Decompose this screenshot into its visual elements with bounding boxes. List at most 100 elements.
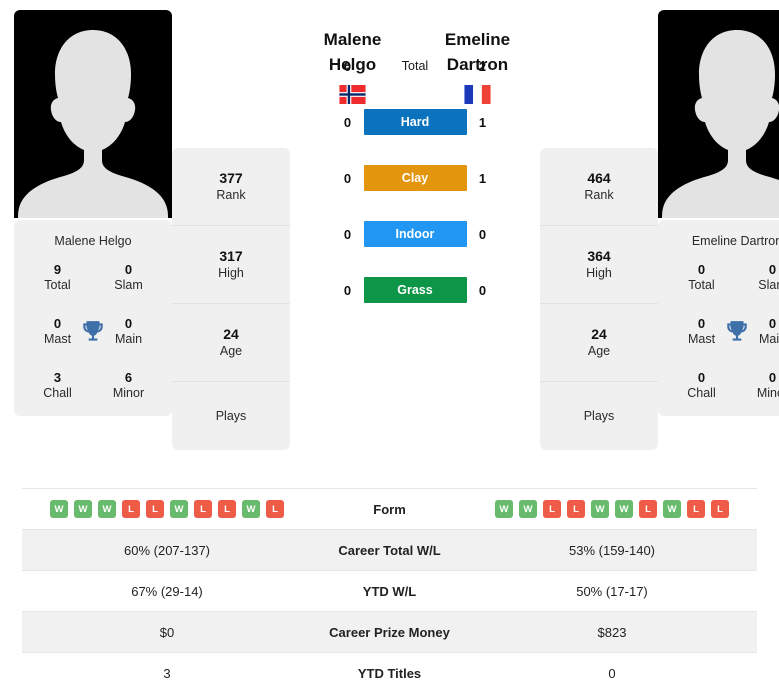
right-player-card-name: Emeline Dartron [691, 234, 779, 248]
surface-badge-indoor[interactable]: Indoor [363, 221, 467, 248]
left-titles-slam-value: 0 [124, 262, 133, 277]
left-rank-label: Rank [216, 188, 246, 203]
left-player-card-name: Malene Helgo [54, 234, 132, 248]
form-badge-win[interactable]: W [74, 500, 92, 518]
left-age-value: 24 [223, 326, 239, 343]
form-badge-loss[interactable]: L [543, 500, 561, 518]
form-badge-loss[interactable]: L [266, 500, 284, 518]
form-badge-win[interactable]: W [519, 500, 537, 518]
left-player-first-name[interactable]: Malene [290, 28, 415, 53]
center-head-to-head-column: Malene Helgo Emeline Dartron 0 Total 2 0… [290, 10, 540, 304]
player-silhouette-icon [662, 30, 779, 218]
form-badge-win[interactable]: W [495, 500, 513, 518]
form-badge-win[interactable]: W [98, 500, 116, 518]
left-player-photo[interactable] [14, 10, 172, 218]
right-age-cell: 24 Age [540, 304, 658, 382]
table-row: 3 YTD Titles 0 [22, 652, 757, 694]
left-rank-cell: 377 Rank [172, 148, 290, 226]
left-titles-slam-label: Slam [114, 278, 143, 293]
left-form-cell: WWWLLWLLWL [22, 489, 312, 530]
form-badge-win[interactable]: W [242, 500, 260, 518]
h2h-row-indoor: 0 Indoor 0 [338, 220, 493, 248]
head-to-head-list: 0 Total 2 0 Hard 1 0 Clay 1 0 Indoor 0 0 Grass 0 [338, 52, 493, 304]
comparison-stats-table: W W W L L W L L W L Form W W L L W W L W L L 60% (207-137) Car… [22, 488, 757, 694]
right-titles-slam-label: Slam [758, 278, 779, 293]
h2h-right-score: 2 [478, 58, 487, 74]
h2h-right-score: 0 [478, 282, 487, 298]
surface-badge-clay[interactable]: Clay [363, 165, 467, 192]
left-titles-card: Malene Helgo 9 Total 0 Slam 0 Mast 0 Mai… [14, 220, 172, 416]
form-badge-win[interactable]: W [591, 500, 609, 518]
h2h-left-score: 0 [343, 114, 352, 130]
left-titles-minor: 6 Minor [93, 370, 164, 402]
right-form-strip: WWLLWWLWLL [467, 500, 757, 518]
h2h-left-score: 0 [343, 282, 352, 298]
stats-table-body: W W W L L W L L W L Form W W L L W W L W L L 60% (207-137) Car… [22, 488, 757, 694]
table-row: 60% (207-137) Career Total W/L 53% (159-14… [22, 529, 757, 571]
right-stat-value: 50% (17-17) [576, 583, 648, 599]
h2h-left-score: 0 [343, 58, 352, 74]
right-titles-total-label: Total [688, 278, 715, 293]
table-row-form: W W W L L W L L W L Form W W L L W W L W L L [22, 488, 757, 530]
left-rank-card: 377 Rank 317 High 24 Age Plays [172, 148, 290, 450]
form-badge-loss[interactable]: L [639, 500, 657, 518]
right-titles-total: 0 Total [666, 262, 737, 294]
table-row: 67% (29-14) YTD W/L 50% (17-17) [22, 570, 757, 612]
stat-row-label: Career Prize Money [329, 624, 450, 640]
right-stat-value: 53% (159-140) [569, 542, 655, 558]
form-badge-loss[interactable]: L [146, 500, 164, 518]
right-rank-cell: 464 Rank [540, 148, 658, 226]
left-high-label: High [218, 266, 244, 281]
right-player-first-name[interactable]: Emeline [415, 28, 540, 53]
comparison-top-section: Malene Helgo 9 Total 0 Slam 0 Mast 0 Mai… [0, 0, 779, 450]
left-age-label: Age [219, 344, 243, 359]
player-comparison-page: Malene Helgo 9 Total 0 Slam 0 Mast 0 Mai… [0, 0, 779, 699]
h2h-left-score: 0 [343, 170, 352, 186]
left-titles-total: 9 Total [22, 262, 93, 294]
form-badge-win[interactable]: W [663, 500, 681, 518]
form-badge-loss[interactable]: L [567, 500, 585, 518]
surface-badge-hard[interactable]: Hard [363, 109, 467, 136]
form-badge-win[interactable]: W [50, 500, 68, 518]
left-titles-total-value: 9 [53, 262, 62, 277]
right-titles-card: Emeline Dartron 0 Total 0 Slam 0 Mast [658, 220, 779, 416]
right-titles-slam-value: 0 [768, 262, 777, 277]
table-row: $0 Career Prize Money $823 [22, 611, 757, 653]
right-player-column: Emeline Dartron 0 Total 0 Slam 0 Mast [658, 10, 779, 416]
left-plays-cell: Plays [172, 382, 290, 450]
right-stat-value: 0 [608, 665, 616, 681]
right-rank-value: 464 [587, 170, 611, 187]
form-badge-loss[interactable]: L [711, 500, 729, 518]
right-plays-cell: Plays [540, 382, 658, 450]
trophy-icon [83, 320, 103, 341]
left-stat-value: 67% (29-14) [131, 583, 203, 599]
left-high-value: 317 [219, 248, 243, 265]
right-titles-minor-value: 0 [768, 369, 777, 385]
h2h-left-score: 0 [343, 226, 352, 242]
form-badge-loss[interactable]: L [218, 500, 236, 518]
left-stat-value: 60% (207-137) [124, 542, 210, 558]
h2h-total-label: Total [401, 59, 429, 74]
left-titles-minor-label: Minor [112, 386, 145, 400]
right-stat-value: $823 [597, 624, 627, 640]
form-badge-loss[interactable]: L [687, 500, 705, 518]
right-rank-label: Rank [584, 188, 614, 203]
form-row-label: Form [373, 501, 406, 517]
left-plays-label: Plays [215, 408, 247, 423]
left-titles-chall-value: 3 [53, 369, 62, 385]
form-badge-loss[interactable]: L [122, 500, 140, 518]
form-badge-win[interactable]: W [170, 500, 188, 518]
form-badge-win[interactable]: W [615, 500, 633, 518]
right-player-photo[interactable] [658, 10, 779, 218]
left-titles-grid: 9 Total 0 Slam 0 Mast 0 Main 3 Chall 6 M… [22, 262, 164, 402]
left-titles-total-label: Total [44, 278, 71, 293]
right-age-value: 24 [591, 326, 607, 343]
right-plays-label: Plays [583, 408, 615, 423]
right-high-label: High [586, 266, 612, 281]
left-titles-chall: 3 Chall [22, 370, 93, 402]
right-titles-minor: 0 Minor [737, 370, 779, 402]
form-badge-loss[interactable]: L [194, 500, 212, 518]
surface-badge-grass[interactable]: Grass [363, 277, 467, 304]
stat-row-label: YTD Titles [357, 665, 422, 681]
left-titles-minor-value: 6 [124, 369, 133, 385]
